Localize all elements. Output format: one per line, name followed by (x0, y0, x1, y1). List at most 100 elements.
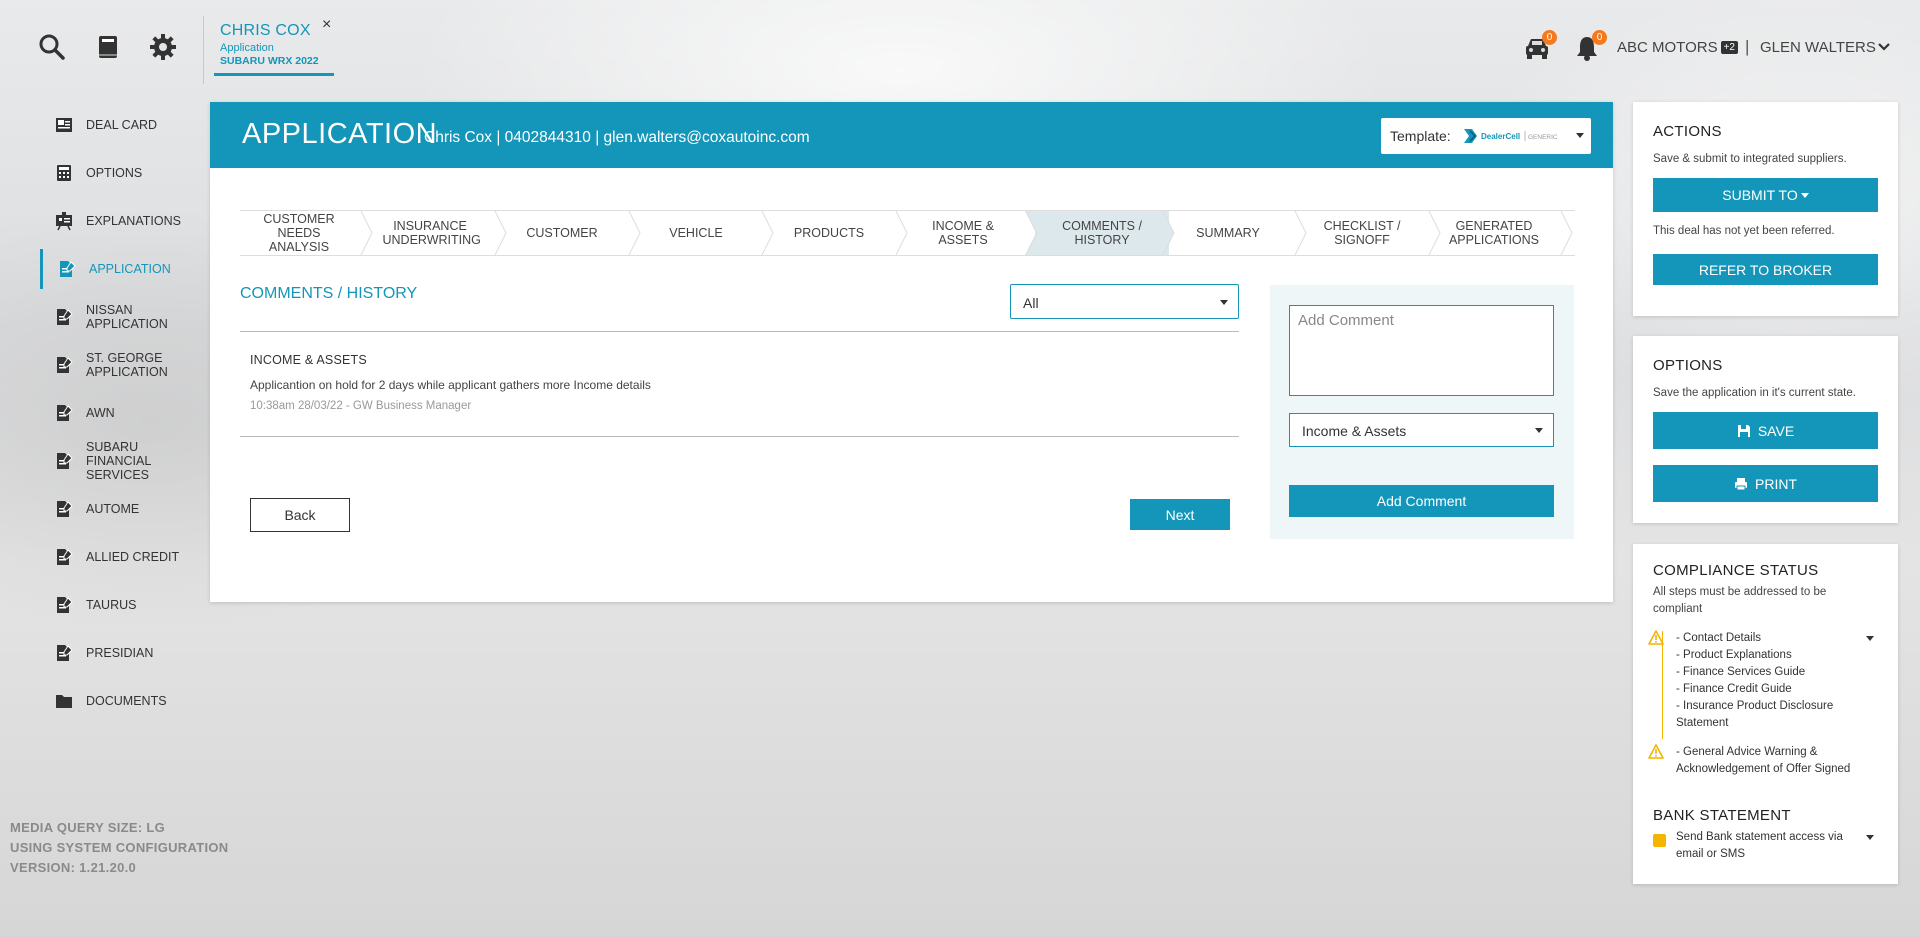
dealer-switcher[interactable]: ABC MOTORS +2 (1617, 39, 1738, 56)
actions-text: Save & submit to integrated suppliers. (1653, 153, 1847, 165)
step-separator (494, 211, 507, 255)
application-card: APPLICATION Chris Cox | 0402844310 | gle… (210, 102, 1613, 602)
search-icon[interactable] (37, 32, 67, 62)
step-label: SUMMARY (1196, 226, 1260, 240)
compliance-title: COMPLIANCE STATUS (1653, 562, 1819, 579)
caret-down-icon (1576, 133, 1584, 138)
bell-icon[interactable]: 0 (1573, 30, 1607, 62)
book-icon[interactable] (93, 32, 123, 62)
document-edit-icon (54, 307, 74, 327)
chevron-down-icon[interactable] (1866, 636, 1874, 641)
compliance-item: - Product Explanations (1676, 649, 1792, 661)
sidebar-item-allied-credit[interactable]: ALLIED CREDIT (40, 537, 210, 577)
step-label: COMMENTS / HISTORY (1062, 219, 1142, 247)
system-info: MEDIA QUERY SIZE: LG USING SYSTEM CONFIG… (10, 818, 228, 878)
sidebar-item-awn[interactable]: AWN (40, 393, 210, 433)
step-separator (895, 211, 908, 255)
back-button[interactable]: Back (250, 498, 350, 532)
sidebar-item-label: DOCUMENTS (86, 694, 167, 708)
comment-text: Applicantion on hold for 2 days while ap… (250, 378, 651, 392)
compliance-item: - Insurance Product Disclosure Statement (1676, 700, 1834, 729)
compliance-item: - Finance Credit Guide (1676, 683, 1792, 695)
actions-panel: ACTIONS Save & submit to integrated supp… (1633, 102, 1898, 316)
save-button[interactable]: SAVE (1653, 412, 1878, 449)
comment-category-select[interactable]: Income & Assets (1289, 413, 1554, 447)
save-label: SAVE (1757, 422, 1795, 439)
compliance-item: - Finance Services Guide (1676, 666, 1806, 678)
step-separator (1025, 211, 1039, 255)
next-button[interactable]: Next (1130, 499, 1230, 530)
compliance-list: - Contact Details - Product Explanations… (1676, 630, 1876, 732)
print-button[interactable]: PRINT (1653, 465, 1878, 502)
caret-down-icon (1220, 300, 1228, 305)
user-name[interactable]: GLEN WALTERS (1760, 39, 1876, 56)
wizard-steps: CUSTOMER NEEDS ANALYSIS INSURANCE UNDERW… (240, 210, 1575, 256)
step-generated-applications[interactable]: GENERATED APPLICATIONS (1438, 211, 1550, 255)
warning-icon (1648, 630, 1664, 645)
step-customer-needs-analysis[interactable]: CUSTOMER NEEDS ANALYSIS (240, 211, 358, 255)
sidebar-item-options[interactable]: OPTIONS (40, 153, 210, 193)
actions-title: ACTIONS (1653, 123, 1722, 140)
presentation-icon (54, 211, 74, 231)
document-edit-icon (57, 259, 77, 279)
sidebar-item-autome[interactable]: AUTOME (40, 489, 210, 529)
sidebar-item-explanations[interactable]: EXPLANATIONS (40, 201, 210, 241)
page-title: APPLICATION (242, 118, 438, 150)
sidebar-item-taurus[interactable]: TAURUS (40, 585, 210, 625)
step-customer[interactable]: CUSTOMER (506, 211, 618, 255)
sidebar-item-st-george-application[interactable]: ST. GEORGE APPLICATION (40, 345, 210, 385)
step-products[interactable]: PRODUCTS (773, 211, 885, 255)
sidebar-item-label: NISSAN APPLICATION (86, 303, 168, 331)
step-label: INCOME & ASSETS (932, 219, 994, 247)
caret-down-icon (1535, 428, 1543, 433)
step-separator (1560, 211, 1573, 255)
step-summary[interactable]: SUMMARY (1172, 211, 1284, 255)
step-income-assets[interactable]: INCOME & ASSETS (907, 211, 1019, 255)
document-edit-icon (54, 547, 74, 567)
step-vehicle[interactable]: VEHICLE (640, 211, 752, 255)
compliance-panel: COMPLIANCE STATUS All steps must be addr… (1633, 544, 1898, 884)
section-title: COMMENTS / HISTORY (240, 285, 418, 302)
notification-badge: 0 (1592, 30, 1607, 45)
close-icon[interactable]: × (322, 16, 331, 34)
document-edit-icon (54, 451, 74, 471)
step-checklist-signoff[interactable]: CHECKLIST / SIGNOFF (1306, 211, 1418, 255)
step-label: CHECKLIST / SIGNOFF (1323, 219, 1401, 247)
sidebar-item-label: ST. GEORGE APPLICATION (86, 351, 168, 379)
sidebar-item-label: PRESIDIAN (86, 646, 154, 660)
floppy-icon (1737, 424, 1750, 437)
bank-statement-title: BANK STATEMENT (1653, 807, 1791, 824)
version: VERSION: 1.21.20.0 (10, 860, 137, 875)
step-separator (360, 211, 373, 255)
submit-to-button[interactable]: SUBMIT TO (1653, 178, 1878, 212)
sidebar-item-application[interactable]: APPLICATION (40, 249, 210, 289)
chevron-down-icon[interactable] (1877, 40, 1891, 54)
deal-tab[interactable]: CHRIS COX Application SUBARU WRX 2022 (214, 18, 334, 76)
sidebar-item-label: EXPLANATIONS (86, 214, 181, 228)
history-filter-select[interactable]: All (1010, 284, 1239, 319)
sidebar-item-presidian[interactable]: PRESIDIAN (40, 633, 210, 673)
step-comments-history[interactable]: COMMENTS / HISTORY (1035, 211, 1169, 255)
sidebar-item-deal-card[interactable]: DEAL CARD (40, 105, 210, 145)
car-icon[interactable]: 0 (1523, 30, 1557, 62)
sidebar-item-nissan-application[interactable]: NISSAN APPLICATION (40, 297, 210, 337)
deal-tab-name: CHRIS COX (220, 22, 311, 39)
step-separator (761, 211, 774, 255)
sidebar-item-label: DEAL CARD (86, 118, 158, 132)
step-separator (1428, 211, 1441, 255)
refer-to-broker-button[interactable]: REFER TO BROKER (1653, 254, 1878, 285)
sidebar-item-label: TAURUS (86, 598, 137, 612)
customer-info: Chris Cox | 0402844310 | glen.walters@co… (424, 129, 810, 146)
sidebar-item-label: AUTOME (86, 502, 140, 516)
add-comment-button[interactable]: Add Comment (1289, 485, 1554, 517)
gear-icon[interactable] (148, 32, 178, 62)
template-logo-text: DealerCell (1481, 132, 1520, 141)
comment-input[interactable] (1289, 305, 1554, 396)
sidebar-item-subaru-financial-services[interactable]: SUBARU FINANCIAL SERVICES (40, 440, 210, 485)
chevron-down-icon[interactable] (1866, 835, 1874, 840)
step-label: GENERATED APPLICATIONS (1448, 219, 1540, 247)
step-label: PRODUCTS (793, 226, 865, 240)
step-insurance-underwriting[interactable]: INSURANCE UNDERWRITING (374, 211, 486, 255)
sidebar-item-documents[interactable]: DOCUMENTS (40, 681, 210, 721)
template-select[interactable]: Template: DealerCell GENERIC (1381, 118, 1591, 154)
